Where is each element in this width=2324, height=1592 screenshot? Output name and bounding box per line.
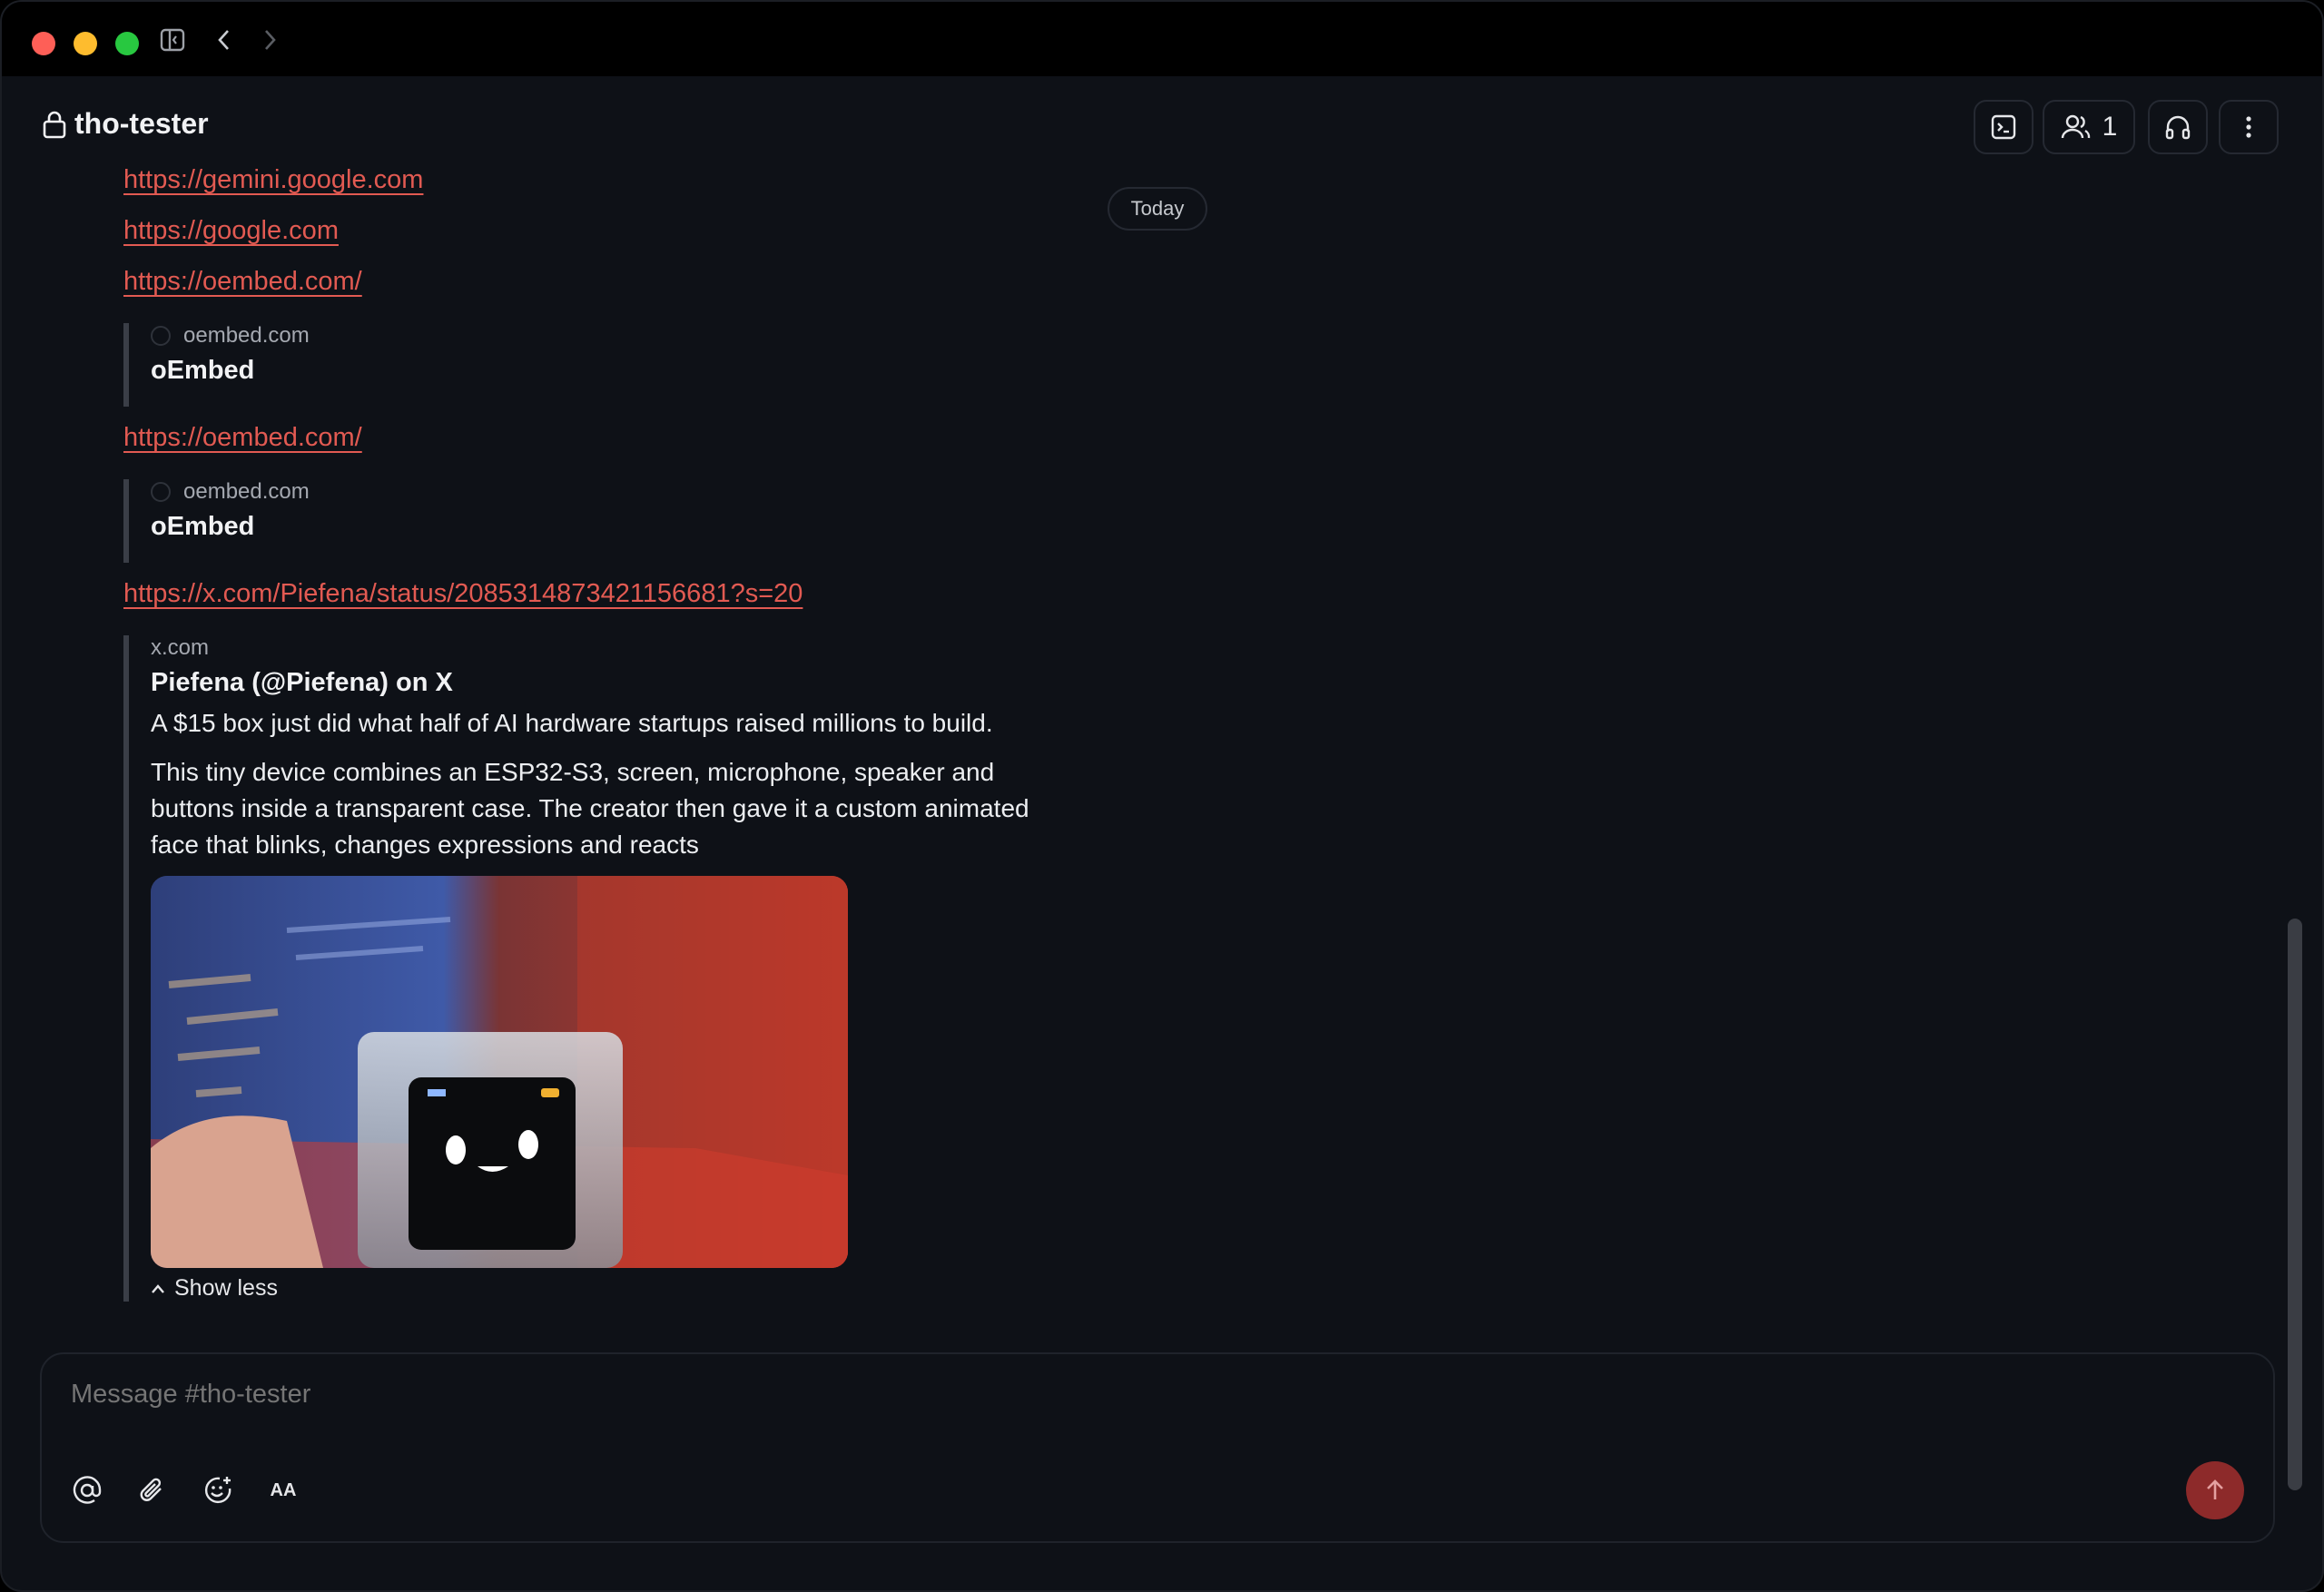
attachment-icon	[140, 1478, 162, 1501]
link-preview-oembed-2: oembed.com oEmbed	[123, 479, 310, 563]
link-preview-oembed: oembed.com oEmbed	[123, 323, 310, 407]
terminal-icon	[1991, 114, 2016, 140]
emoji-button[interactable]	[200, 1472, 236, 1508]
send-button[interactable]	[2186, 1461, 2244, 1519]
globe-icon	[151, 326, 171, 346]
app-window: tho-tester 1 https://gemini.google.com T…	[0, 0, 2324, 1592]
close-window-button[interactable]	[32, 32, 55, 55]
message-link-x-status[interactable]: https://x.com/Piefena/status/20853148734…	[123, 579, 803, 609]
date-divider: Today	[1108, 187, 1207, 231]
embed-description-line2: This tiny device combines an ESP32-S3, s…	[151, 758, 1029, 859]
scrollbar-thumb[interactable]	[2288, 919, 2302, 1490]
message-link-oembed-2[interactable]: https://oembed.com/	[123, 423, 362, 453]
forward-button[interactable]	[261, 27, 278, 53]
embed-title[interactable]: oEmbed	[151, 512, 310, 542]
chevron-up-icon	[152, 1283, 164, 1293]
lock-icon	[43, 111, 66, 138]
message-input[interactable]	[71, 1380, 1886, 1410]
show-less-label: Show less	[174, 1275, 278, 1301]
text-format-icon: AA	[270, 1479, 297, 1500]
chevron-left-icon	[218, 30, 229, 50]
members-icon	[2061, 114, 2090, 139]
embed-title[interactable]: Piefena (@Piefena) on X	[151, 668, 1213, 698]
message-link-gemini[interactable]: https://gemini.google.com	[123, 165, 423, 195]
show-less-button[interactable]: Show less	[151, 1275, 1213, 1302]
embed-image[interactable]	[151, 876, 848, 1268]
text-format-button[interactable]: AA	[265, 1472, 301, 1508]
channel-title: tho-tester	[42, 107, 209, 141]
embed-site-label: x.com	[151, 635, 210, 660]
members-count: 1	[2102, 112, 2118, 142]
link-preview-x: x.com Piefena (@Piefena) on X A $15 box …	[123, 635, 1213, 1302]
embed-site: oembed.com	[151, 479, 310, 505]
headphones-icon	[2165, 115, 2191, 140]
attach-button[interactable]	[134, 1472, 171, 1508]
channel-name: tho-tester	[74, 107, 209, 140]
mention-button[interactable]	[69, 1472, 105, 1508]
embed-site-label: oembed.com	[183, 323, 310, 348]
terminal-button[interactable]	[1974, 100, 2034, 154]
embed-title[interactable]: oEmbed	[151, 356, 310, 386]
message-link-oembed[interactable]: https://oembed.com/	[123, 267, 362, 297]
emoji-add-icon	[205, 1477, 231, 1503]
members-button[interactable]: 1	[2043, 100, 2135, 154]
mention-icon	[73, 1476, 102, 1504]
zoom-window-button[interactable]	[115, 32, 139, 55]
huddle-button[interactable]	[2148, 100, 2208, 154]
message-link-google[interactable]: https://google.com	[123, 216, 339, 246]
arrow-up-icon	[2207, 1479, 2223, 1499]
embed-description-line1: A $15 box just did what half of AI hardw…	[151, 709, 993, 737]
chevron-right-icon	[265, 30, 276, 50]
more-vertical-icon	[2246, 116, 2251, 138]
channel-header: tho-tester 1	[2, 76, 2299, 171]
device-photo	[151, 876, 848, 1268]
title-bar	[2, 2, 2322, 76]
embed-site-label: oembed.com	[183, 479, 310, 504]
more-options-button[interactable]	[2219, 100, 2279, 154]
globe-icon	[151, 482, 171, 502]
back-button[interactable]	[216, 27, 232, 53]
sidebar-toggle-icon[interactable]	[160, 27, 185, 53]
message-composer: AA	[40, 1352, 2275, 1543]
embed-site: oembed.com	[151, 323, 310, 349]
minimize-window-button[interactable]	[74, 32, 97, 55]
